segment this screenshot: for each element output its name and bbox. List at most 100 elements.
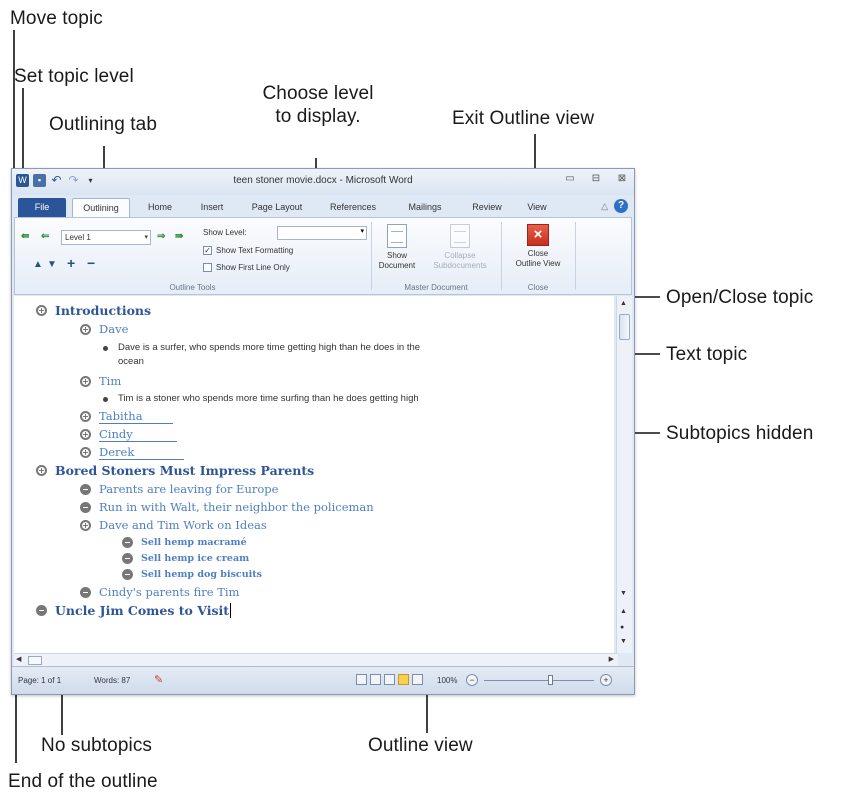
callout-end-of-outline: End of the outline [8,771,158,792]
next-page-icon[interactable]: ▼ [620,638,627,645]
zoom-in-button[interactable]: + [600,674,612,686]
minimize-icon[interactable]: ▭ [564,173,576,184]
callout-subtopics-hidden: Subtopics hidden [666,423,814,444]
show-document-label-1: Show [386,251,407,260]
close-outline-view-button[interactable]: × Close Outline View [505,224,571,269]
browse-object-icon[interactable]: ● [620,624,624,631]
previous-page-icon[interactable]: ▲ [620,608,627,615]
document-area[interactable]: Introductions Dave Dave is a surfer, who… [14,296,614,653]
draft-view-icon[interactable] [412,674,423,685]
expand-topic-icon[interactable] [80,429,91,440]
proofing-icon[interactable]: ✎ [154,673,163,686]
move-up-icon[interactable]: ▲ [33,259,43,270]
outline-item-sell-macrame[interactable]: Sell hemp macramé [122,537,247,548]
show-first-line-only-checkbox[interactable] [203,263,212,272]
expand-topic-icon[interactable] [80,447,91,458]
print-layout-view-icon[interactable] [356,674,367,685]
outline-body-dave[interactable]: Dave is a surfer, who spends more time g… [100,341,420,355]
outline-item-parents-leaving[interactable]: Parents are leaving for Europe [80,482,278,496]
page-count[interactable]: Page: 1 of 1 [18,676,61,685]
expand-topic-icon[interactable] [80,411,91,422]
outline-item-sell-ice-cream[interactable]: Sell hemp ice cream [122,553,249,564]
tab-mailings[interactable]: Mailings [398,198,452,217]
collapse-icon[interactable]: − [87,256,95,270]
scroll-right-icon[interactable]: ▶ [609,655,614,663]
outline-body-dave-cont[interactable]: ocean [118,355,144,369]
tab-home[interactable]: Home [138,198,182,217]
show-document-button[interactable]: Show Document [375,224,419,271]
expand-topic-icon[interactable] [80,323,91,335]
scroll-down-icon[interactable]: ▼ [620,590,627,597]
tab-references[interactable]: References [322,198,384,217]
no-subtopics-icon[interactable] [122,569,133,580]
vertical-scrollbar[interactable]: ▲ ▼ ▲ ● ▼ [616,296,632,653]
outline-item-dave[interactable]: Dave [80,322,128,336]
scroll-thumb[interactable] [619,314,630,340]
outline-item-bored-stoners[interactable]: Bored Stoners Must Impress Parents [36,463,314,478]
outline-item-introductions[interactable]: Introductions [36,303,151,318]
horizontal-scrollbar[interactable]: ◀ ▶ [14,653,618,667]
outline-body-tim[interactable]: Tim is a stoner who spends more time sur… [100,392,419,406]
demote-icon[interactable]: ⇒ [157,231,165,242]
outline-item-sell-dog-biscuits[interactable]: Sell hemp dog biscuits [122,569,262,580]
no-subtopics-icon[interactable] [122,553,133,564]
outline-level-select[interactable]: Level 1 ▾ [61,230,151,245]
maximize-icon[interactable]: ⊟ [590,173,602,184]
expand-topic-icon[interactable] [80,519,91,531]
expand-topic-icon[interactable] [80,375,91,387]
web-layout-view-icon[interactable] [384,674,395,685]
no-subtopics-icon[interactable] [80,501,91,513]
demote-to-body-text-icon[interactable]: ⇛ [175,231,183,242]
outline-item-dave-tim-ideas[interactable]: Dave and Tim Work on Ideas [80,518,267,532]
word-count[interactable]: Words: 87 [94,676,130,685]
show-text-formatting-option[interactable]: ✓ Show Text Formatting [203,246,293,255]
no-subtopics-icon[interactable] [122,537,133,548]
zoom-level[interactable]: 100% [437,676,457,685]
full-screen-reading-view-icon[interactable] [370,674,381,685]
outline-view-icon[interactable] [398,674,409,685]
title-bar: W ▪ ↶ ↷ ▾ teen stoner movie.docx - Micro… [12,169,634,195]
horizontal-scroll-thumb[interactable] [28,656,42,665]
no-subtopics-icon[interactable] [36,605,47,616]
show-first-line-only-option[interactable]: Show First Line Only [203,263,290,272]
close-outline-label-1: Close [527,249,549,258]
show-first-line-only-label: Show First Line Only [216,263,290,272]
tab-page-layout[interactable]: Page Layout [244,198,310,217]
no-subtopics-icon[interactable] [80,483,91,495]
promote-icon[interactable]: ⇐ [41,231,49,242]
scroll-left-icon[interactable]: ◀ [16,655,21,663]
heading-text: Sell hemp dog biscuits [141,569,262,580]
expand-topic-icon[interactable] [36,465,47,476]
show-text-formatting-checkbox[interactable]: ✓ [203,246,212,255]
outline-item-tabitha[interactable]: Tabitha [80,409,173,424]
no-subtopics-icon[interactable] [80,586,91,598]
promote-to-heading1-icon[interactable]: ⇚ [21,231,29,242]
tab-outlining[interactable]: Outlining [72,198,130,217]
callout-move-topic: Move topic [10,8,103,29]
expand-topic-icon[interactable] [36,305,47,316]
zoom-out-button[interactable]: − [466,674,478,686]
show-level-select[interactable]: ▾ [277,226,367,240]
minimize-ribbon-icon[interactable]: △ [601,201,608,212]
outline-item-run-in[interactable]: Run in with Walt, their neighbor the pol… [80,500,374,514]
scroll-up-icon[interactable]: ▲ [620,300,627,307]
zoom-slider-handle[interactable] [548,675,553,685]
tab-insert[interactable]: Insert [190,198,234,217]
collapse-subdocuments-button[interactable]: Collapse Subdocuments [423,224,497,271]
expand-icon[interactable]: + [67,256,75,270]
close-window-icon[interactable]: ⊠ [616,173,628,184]
zoom-slider-track[interactable] [484,680,594,681]
outline-item-uncle-jim[interactable]: Uncle Jim Comes to Visit [36,603,231,618]
outline-item-derek[interactable]: Derek [80,445,185,460]
tab-file[interactable]: File [18,198,66,217]
tab-view[interactable]: View [518,198,556,217]
outline-item-cindys-parents[interactable]: Cindy's parents fire Tim [80,585,239,599]
outline-item-tim[interactable]: Tim [80,374,121,388]
move-down-icon[interactable]: ▼ [47,259,57,270]
close-outline-icon: × [527,224,549,246]
close-outline-label-2: Outline View [515,259,561,268]
heading-text: Parents are leaving for Europe [99,482,279,496]
outline-item-cindy[interactable]: Cindy [80,427,177,442]
tab-review[interactable]: Review [464,198,510,217]
help-icon[interactable]: ? [614,199,628,213]
